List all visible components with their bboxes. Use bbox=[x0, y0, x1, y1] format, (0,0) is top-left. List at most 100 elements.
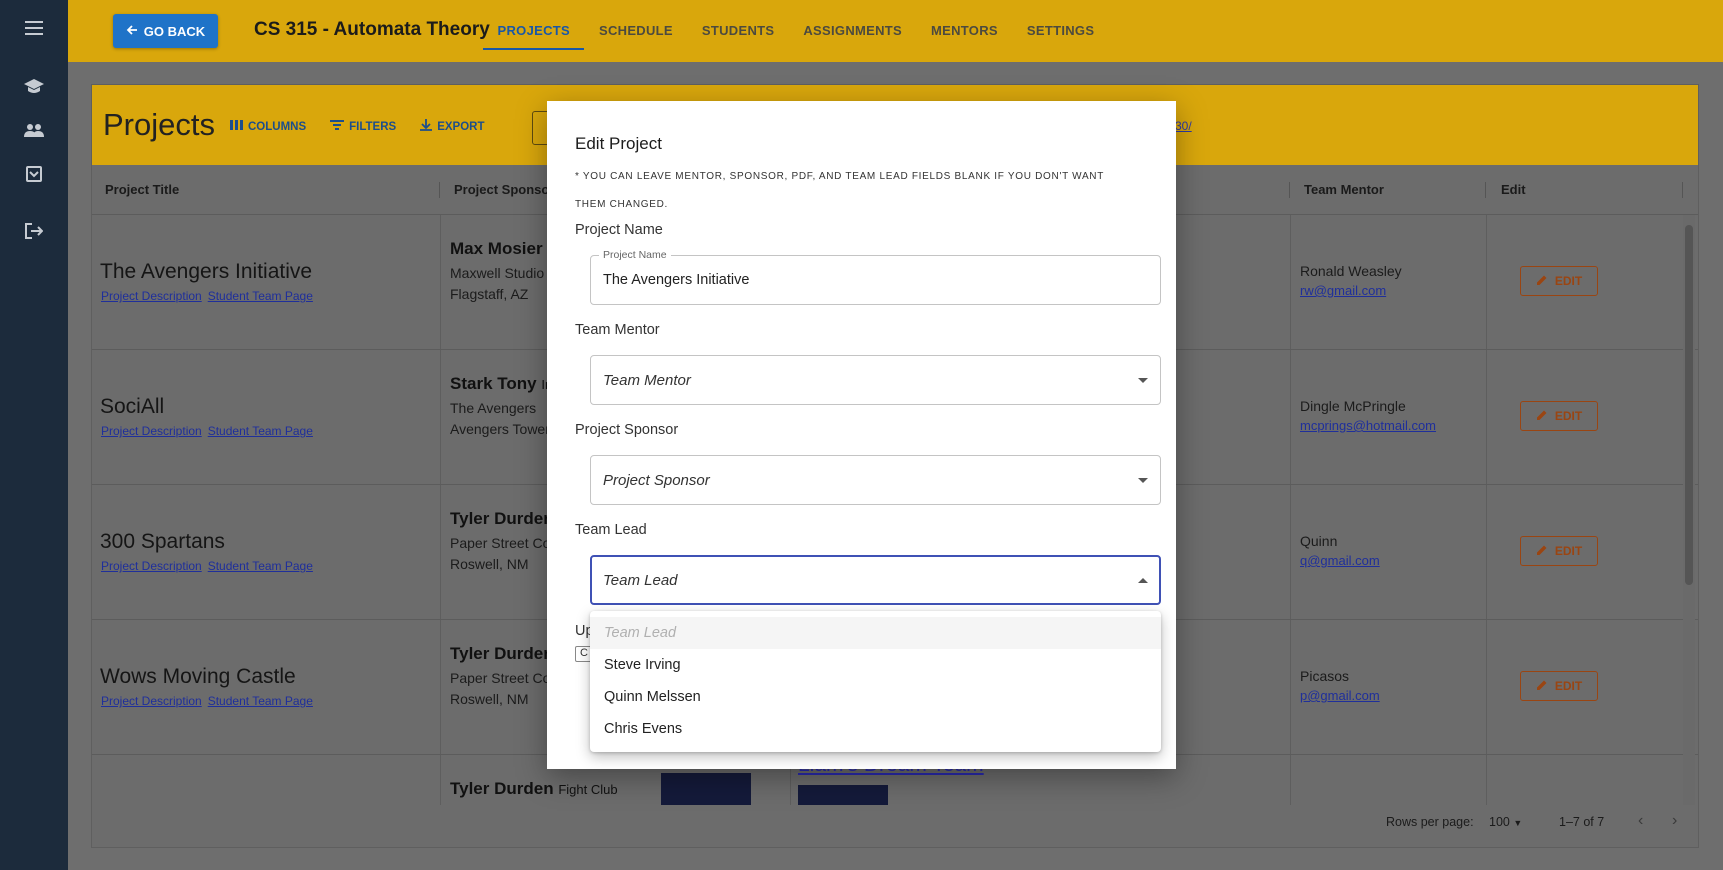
col-project-title[interactable]: Project Title bbox=[105, 182, 179, 197]
logout-icon[interactable] bbox=[14, 211, 54, 251]
columns-label: COLUMNS bbox=[248, 120, 307, 133]
download-icon bbox=[420, 119, 433, 134]
project-title: Wows Moving Castle bbox=[100, 665, 296, 688]
columns-button[interactable]: COLUMNS bbox=[230, 119, 306, 134]
team-lead-label: Team Lead bbox=[575, 522, 647, 538]
chevron-left-icon[interactable]: ‹ bbox=[1638, 812, 1643, 830]
pencil-icon bbox=[1536, 679, 1548, 694]
grid-toolbar: COLUMNS FILTERS EXPORT bbox=[230, 119, 485, 134]
student-team-page-link[interactable]: Student Team Page bbox=[208, 694, 313, 708]
sponsor-company: The Avengers bbox=[450, 400, 537, 416]
col-edit[interactable]: Edit bbox=[1501, 182, 1526, 197]
menu-item-chris-evens[interactable]: Chris Evens bbox=[590, 713, 1161, 745]
sponsor-name: Max Mosier bbox=[450, 239, 543, 258]
pencil-icon bbox=[1536, 274, 1548, 289]
column-separator[interactable] bbox=[439, 182, 440, 198]
project-description-link[interactable]: Project Description bbox=[101, 559, 202, 573]
sponsor-company: Maxwell Studio bbox=[450, 265, 545, 281]
sponsor-name: Stark Tony In bbox=[450, 374, 552, 393]
project-name-field[interactable]: Project Name The Avengers Initiative bbox=[590, 249, 1161, 305]
header-link[interactable]: 30/ bbox=[1175, 119, 1192, 133]
mentor-name: Ronald Weasley bbox=[1300, 263, 1402, 279]
edit-label: EDIT bbox=[1554, 679, 1583, 693]
project-name-label: Project Name bbox=[575, 222, 663, 238]
edit-button[interactable]: EDIT bbox=[1520, 266, 1598, 296]
tab-mentors[interactable]: MENTORS bbox=[917, 0, 1013, 62]
sponsor-location: Avengers Tower bbox=[450, 421, 550, 437]
col-team-mentor[interactable]: Team Mentor bbox=[1304, 182, 1384, 197]
caret-down-icon: ▼ bbox=[1513, 818, 1523, 828]
mentor-email-link[interactable]: rw@gmail.com bbox=[1300, 283, 1386, 298]
rows-per-page-select[interactable]: 100 ▼ bbox=[1489, 815, 1522, 829]
project-sponsor-label: Project Sponsor bbox=[575, 422, 679, 438]
project-title: SociAll bbox=[100, 395, 165, 418]
sponsor-name: Tyler Durden bbox=[450, 509, 554, 528]
vertical-scrollbar[interactable] bbox=[1683, 215, 1695, 805]
sponsor-location: Roswell, NM bbox=[450, 556, 529, 572]
column-separator[interactable] bbox=[1682, 182, 1683, 198]
tab-schedule[interactable]: SCHEDULE bbox=[584, 0, 687, 62]
team-mentor-placeholder: Team Mentor bbox=[603, 372, 691, 389]
go-back-button[interactable]: GO BACK bbox=[113, 14, 218, 48]
caret-up-icon bbox=[1138, 578, 1148, 583]
people-icon[interactable] bbox=[14, 110, 54, 150]
project-links: Project Description Student Team Page bbox=[101, 424, 313, 438]
student-team-page-link[interactable]: Student Team Page bbox=[208, 289, 313, 303]
edit-button[interactable]: EDIT bbox=[1520, 401, 1598, 431]
student-team-page-link[interactable]: Student Team Page bbox=[208, 559, 313, 573]
mentor-name: Picasos bbox=[1300, 668, 1350, 684]
mentor-email-link[interactable]: mcprings@hotmail.com bbox=[1300, 418, 1436, 433]
edit-button[interactable]: EDIT bbox=[1520, 536, 1598, 566]
project-title: 300 Spartans bbox=[100, 530, 225, 553]
project-title: The Avengers Initiative bbox=[100, 260, 313, 283]
go-back-label: GO BACK bbox=[143, 23, 206, 39]
project-sponsor-select[interactable]: Project Sponsor bbox=[590, 455, 1161, 505]
team-lead-placeholder: Team Lead bbox=[603, 572, 678, 589]
column-separator[interactable] bbox=[1485, 182, 1486, 198]
mentor-name: Dingle McPringle bbox=[1300, 398, 1406, 414]
project-links: Project Description Student Team Page bbox=[101, 559, 313, 573]
column-separator[interactable] bbox=[1289, 182, 1290, 198]
filters-button[interactable]: FILTERS bbox=[330, 119, 396, 134]
chevron-right-icon[interactable]: › bbox=[1672, 812, 1677, 830]
team-lead-dropdown-menu: Team Lead Steve Irving Quinn Melssen Chr… bbox=[590, 611, 1161, 752]
sponsor-company: Paper Street Co bbox=[450, 670, 551, 686]
mentor-email-link[interactable]: q@gmail.com bbox=[1300, 553, 1380, 568]
team-mentor-label: Team Mentor bbox=[575, 322, 660, 338]
pagination-range: 1–7 of 7 bbox=[1559, 815, 1605, 829]
sponsor-company: Paper Street Co bbox=[450, 535, 551, 551]
menu-item-quinn-melssen[interactable]: Quinn Melssen bbox=[590, 681, 1161, 713]
edit-button[interactable]: EDIT bbox=[1520, 671, 1598, 701]
project-description-link[interactable]: Project Description bbox=[101, 289, 202, 303]
side-rail bbox=[0, 0, 68, 870]
export-button[interactable]: EXPORT bbox=[420, 119, 485, 134]
menu-icon[interactable] bbox=[14, 8, 54, 48]
pencil-icon bbox=[1536, 409, 1548, 424]
tab-students[interactable]: STUDENTS bbox=[687, 0, 788, 62]
sponsor-location: Roswell, NM bbox=[450, 691, 529, 707]
caret-down-icon bbox=[1138, 378, 1148, 383]
arrow-left-icon bbox=[126, 24, 138, 39]
inbox-icon[interactable] bbox=[14, 154, 54, 194]
col-project-sponsor[interactable]: Project Sponsor bbox=[454, 182, 554, 197]
school-icon[interactable] bbox=[14, 67, 54, 107]
top-bar: GO BACK CS 315 - Automata Theory PROJECT… bbox=[68, 0, 1723, 62]
tab-projects[interactable]: PROJECTS bbox=[483, 0, 585, 62]
tab-settings[interactable]: SETTINGS bbox=[1012, 0, 1108, 62]
team-mentor-select[interactable]: Team Mentor bbox=[590, 355, 1161, 405]
edit-label: EDIT bbox=[1554, 274, 1583, 288]
scrollbar-thumb[interactable] bbox=[1685, 225, 1693, 585]
student-team-page-link[interactable]: Student Team Page bbox=[208, 424, 313, 438]
project-sponsor-placeholder: Project Sponsor bbox=[603, 472, 710, 489]
filters-label: FILTERS bbox=[349, 120, 397, 133]
columns-icon bbox=[230, 120, 243, 133]
dialog-note: * YOU CAN LEAVE MENTOR, SPONSOR, PDF, AN… bbox=[575, 171, 1104, 210]
project-description-link[interactable]: Project Description bbox=[101, 424, 202, 438]
menu-item-placeholder: Team Lead bbox=[590, 617, 1161, 649]
tab-assignments[interactable]: ASSIGNMENTS bbox=[789, 0, 917, 62]
menu-item-steve-irving[interactable]: Steve Irving bbox=[590, 649, 1161, 681]
mentor-email-link[interactable]: p@gmail.com bbox=[1300, 688, 1380, 703]
sponsor-name: Tyler Durden bbox=[450, 644, 554, 663]
team-lead-select[interactable]: Team Lead bbox=[590, 555, 1161, 605]
project-description-link[interactable]: Project Description bbox=[101, 694, 202, 708]
